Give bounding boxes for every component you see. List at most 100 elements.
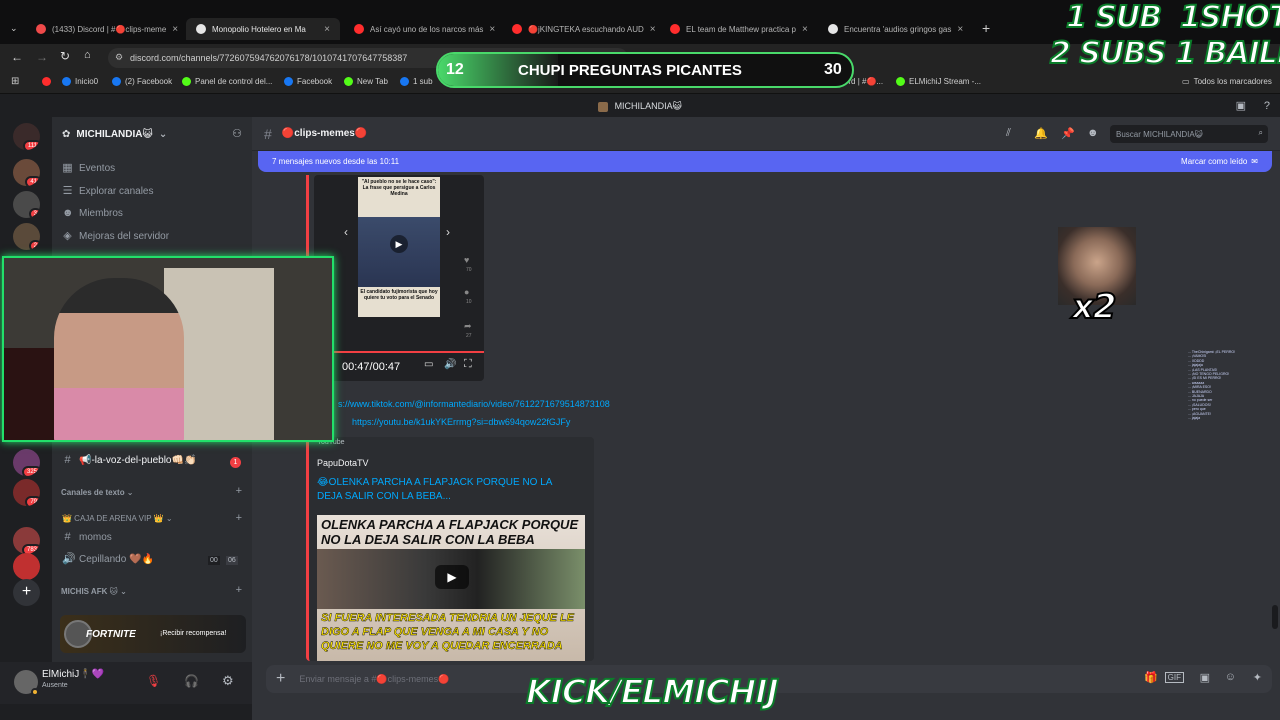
create-channel-icon[interactable]: + — [236, 584, 242, 596]
embed-title[interactable]: 😂OLENKA PARCHA A FLAPJACK PORQUE NO LA D… — [317, 476, 577, 504]
fullscreen-icon[interactable]: ⛶ — [464, 358, 472, 371]
tab-2[interactable]: Así cayó uno de los narcos más × — [344, 18, 498, 40]
window-title: MICHILANDIA😺 — [614, 101, 682, 111]
volume-icon[interactable]: 🔊 — [444, 359, 456, 370]
kick-handle: KICK/ELMICHIJ — [525, 671, 780, 712]
add-member-icon[interactable]: ⚇ — [232, 127, 242, 140]
bookmark-label: (2) Facebook — [125, 77, 173, 86]
video-thumbnail: "Al pueblo no se le hace caso": La frase… — [358, 177, 440, 317]
reload-icon[interactable]: ↻ — [60, 49, 70, 63]
bookmark-6[interactable]: 1 sub — [400, 77, 433, 86]
tab-4[interactable]: EL team de Matthew practica p × — [660, 18, 814, 40]
share-icon[interactable]: ➦ — [464, 321, 472, 332]
server-icon-6[interactable]: 783 — [13, 527, 40, 554]
next-arrow-icon[interactable]: › — [446, 225, 450, 239]
embed-author[interactable]: PapuDotaTV — [317, 458, 369, 468]
server-icon-1[interactable]: 41 — [13, 159, 40, 186]
add-server-button[interactable]: + — [13, 579, 40, 606]
channel-la-voz-del-pueblo[interactable]: # 📢-la-voz-del-pueblo👊🏻👏🏻 — [62, 455, 196, 467]
new-messages-bar[interactable]: 7 mensajes nuevos desde las 10:11 Marcar… — [258, 151, 1272, 172]
category-text-channels[interactable]: Canales de texto ⌄ — [61, 488, 134, 497]
tab-1[interactable]: Monopolio Hotelero en Ma × — [186, 18, 340, 40]
server-header[interactable]: ✿ MICHILANDIA😺 ⌄ ⚇ — [52, 117, 252, 151]
nav-events[interactable]: ▦ Eventos — [62, 163, 116, 175]
server-icon-2[interactable]: 3 — [13, 191, 40, 218]
inbox-icon[interactable]: ▣ — [1236, 95, 1246, 117]
thumb-title: OLENKA PARCHA A FLAPJACK PORQUE NO LA DE… — [321, 517, 579, 547]
channel-momos[interactable]: # momos — [62, 532, 111, 544]
bookmark-4[interactable]: Facebook — [284, 77, 332, 86]
tab-5[interactable]: Encuentra 'audios gringos gas × — [818, 18, 972, 40]
tab-0[interactable]: (1433) Discord | #🔴clips-meme × — [26, 18, 180, 40]
close-tab-icon[interactable]: × — [172, 24, 178, 35]
bookmark-1[interactable]: Inicio0 — [62, 77, 98, 86]
apps-grid-icon[interactable]: ⊞ — [11, 76, 19, 87]
comment-icon[interactable]: ● — [464, 287, 469, 297]
bookmark-favicon-icon — [182, 77, 191, 86]
attach-plus-icon[interactable]: + — [276, 670, 285, 688]
home-icon[interactable]: ⌂ — [84, 49, 91, 61]
bookmark-0[interactable] — [42, 77, 55, 86]
forward-icon[interactable]: → — [36, 50, 48, 64]
bookmark-2[interactable]: (2) Facebook — [112, 77, 172, 86]
mic-muted-icon[interactable]: 🎙 — [146, 674, 161, 688]
nav-boosts[interactable]: ◈ Mejoras del servidor — [62, 231, 169, 243]
tiktok-video-player[interactable]: "Al pueblo no se le hace caso": La frase… — [314, 175, 484, 381]
play-icon[interactable]: ▶ — [435, 565, 469, 589]
gif-icon[interactable]: GIF — [1164, 672, 1184, 683]
close-tab-icon[interactable]: × — [650, 24, 656, 35]
search-input[interactable]: Buscar MICHILANDIA😺 ⌕ — [1110, 125, 1268, 143]
captions-icon[interactable]: ▭ — [424, 359, 433, 370]
deafen-icon[interactable]: 🎧 — [184, 674, 199, 688]
embed-thumbnail[interactable]: OLENKA PARCHA A FLAPJACK PORQUE NO LA DE… — [317, 515, 585, 661]
bookmark-3[interactable]: Panel de control del... — [182, 77, 272, 86]
gear-icon[interactable]: ⚙ — [222, 673, 234, 689]
video-progress-bar[interactable] — [314, 351, 484, 353]
create-channel-icon[interactable]: + — [236, 485, 242, 497]
members-list-icon[interactable]: ☻ — [1087, 127, 1099, 139]
apps-icon[interactable]: ✦ — [1253, 671, 1262, 684]
server-icon-5[interactable]: 79 — [13, 479, 40, 506]
scrollbar[interactable] — [1272, 605, 1278, 629]
threads-icon[interactable]: ⫽ — [1006, 127, 1011, 140]
channel-cepillando[interactable]: 🔊 Cepillando 🤎🔥 — [62, 554, 154, 566]
server-icon-0[interactable]: 111 — [13, 123, 40, 150]
new-tab-button[interactable]: + — [982, 20, 990, 36]
server-icon-4[interactable]: 325 — [13, 449, 40, 476]
server-icon-7[interactable] — [13, 553, 40, 580]
emoji-icon[interactable]: ☺ — [1225, 671, 1236, 683]
category-michis-afk[interactable]: MICHIS AFK 🐱 ⌄ — [61, 587, 127, 596]
close-tab-icon[interactable]: × — [489, 24, 495, 35]
bookmark-10[interactable]: ELMichiJ Stream -... — [896, 77, 981, 86]
all-bookmarks-folder[interactable]: ▭ Todos los marcadores — [1182, 77, 1272, 86]
bookmark-5[interactable]: New Tab — [344, 77, 388, 86]
play-icon[interactable]: ▶ — [390, 235, 408, 253]
claim-reward-button[interactable]: ¡Recibir recompensa! — [160, 630, 227, 637]
sticker-icon[interactable]: ▣ — [1200, 671, 1210, 684]
tab-list-chevron-icon[interactable]: ⌄ — [10, 23, 18, 34]
close-tab-icon[interactable]: × — [802, 24, 808, 35]
mark-read-button[interactable]: Marcar como leído — [1181, 157, 1247, 166]
youtube-link[interactable]: https://youtu.be/k1ukYKErrmg?si=dbw694qo… — [352, 417, 570, 427]
bell-icon[interactable]: 🔔 — [1034, 127, 1048, 140]
channel-header: # 🔴clips-memes🔴 ⫽ 🔔 📌 ☻ Buscar MICHILAND… — [252, 117, 1280, 151]
nav-members[interactable]: ☻ Miembros — [62, 208, 123, 220]
create-channel-icon[interactable]: + — [236, 512, 242, 524]
close-tab-icon[interactable]: × — [957, 24, 963, 35]
prev-arrow-icon[interactable]: ‹ — [344, 225, 348, 239]
tiktok-link[interactable]: s://www.tiktok.com/@informantediario/vid… — [338, 399, 610, 409]
tab-3[interactable]: 🔴jKINGTEKA escuchando AUD × — [502, 18, 656, 40]
close-tab-icon[interactable]: × — [324, 24, 330, 35]
nav-browse-channels[interactable]: ☰ Explorar canales — [62, 186, 154, 198]
back-icon[interactable]: ← — [11, 50, 23, 64]
help-icon[interactable]: ? — [1264, 95, 1270, 117]
category-caja-vip[interactable]: 👑 CAJA DE ARENA VIP 👑 ⌄ — [62, 514, 173, 523]
gift-icon[interactable]: 🎁 — [1144, 671, 1158, 684]
server-icon-3[interactable]: 2 — [13, 223, 40, 250]
username[interactable]: ElMichiJ🕴💜 — [42, 669, 104, 680]
pin-icon[interactable]: 📌 — [1061, 127, 1075, 140]
site-info-icon[interactable]: ⚙ — [115, 52, 123, 63]
like-icon[interactable]: ♥ — [464, 255, 469, 265]
nav-events-label: Eventos — [79, 163, 116, 174]
fortnite-promo[interactable]: FORTNITE ¡Recibir recompensa! — [60, 615, 246, 653]
